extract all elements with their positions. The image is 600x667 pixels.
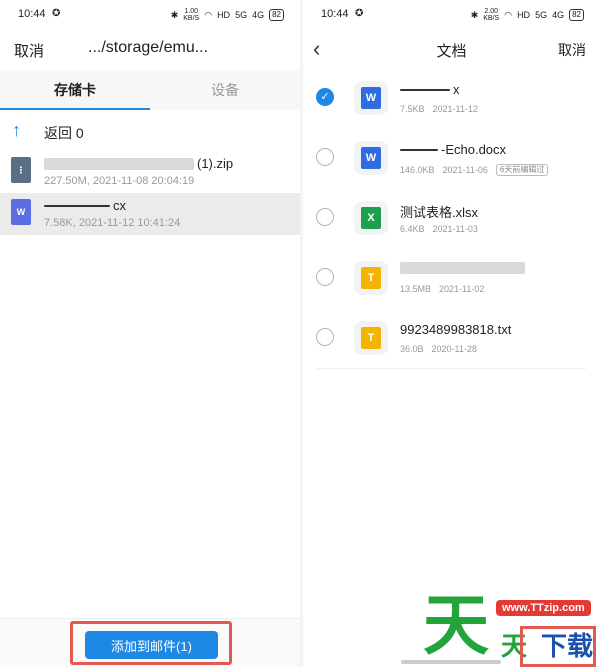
hd-icon: HD	[217, 10, 231, 20]
net-speed: 2.00 KB/S	[483, 8, 500, 22]
word-file-icon: W	[361, 87, 381, 109]
status-bar: 10:44 ✪ ✱ 2.00 KB/S ◠ HD 5G 4G 82	[303, 0, 600, 30]
page-title: 文档	[436, 43, 467, 60]
doc-name: 9923489983818.txt	[400, 322, 512, 337]
doc-name: -Echo.docx	[441, 142, 507, 157]
current-path: .../storage/emu...	[88, 39, 209, 56]
file-name: (1).zip	[197, 156, 234, 171]
file-row[interactable]: ⋮ (1).zip 227.50M, 2021-11-08 20:04:19	[0, 151, 300, 193]
list-divider	[317, 368, 586, 369]
doc-row[interactable]: X 测试表格.xlsx 6.4KB 2021-11-03	[303, 188, 600, 248]
doc-name: x	[453, 82, 460, 97]
checkbox[interactable]	[316, 268, 334, 286]
logo-big-char: 天	[423, 587, 489, 664]
doc-size: 6.4KB	[400, 224, 425, 234]
doc-size: 146.0KB	[400, 165, 435, 175]
doc-size: 36.0B	[400, 344, 424, 354]
excel-file-icon: X	[361, 207, 381, 229]
file-meta: 227.50M, 2021-11-08 20:04:19	[44, 175, 195, 187]
hd-icon: HD	[517, 10, 531, 20]
tab-device[interactable]: 设备	[211, 80, 239, 100]
text-file-icon: T	[361, 327, 381, 349]
left-screen: 10:44 ✪ ✱ 1.00 KB/S ◠ HD 5G 4G 82 取消 .../…	[0, 0, 300, 667]
redacted-filename	[400, 88, 450, 91]
doc-row[interactable]: ✓ W x 7.5KB 2021-11-12	[303, 68, 600, 128]
signal-5g-icon: 5G	[235, 10, 248, 20]
doc-date: 2020-11-28	[431, 344, 477, 354]
doc-size: 7.5KB	[400, 104, 425, 114]
doc-date: 2021-11-03	[432, 224, 478, 234]
notification-icon: ✪	[355, 8, 364, 19]
file-meta: 7.58K, 2021-11-12 10:41:24	[44, 217, 181, 229]
return-label: 返回 0	[44, 125, 84, 141]
doc-name: 测试表格.xlsx	[400, 205, 479, 220]
redacted-filename	[44, 204, 110, 207]
highlight-frame: 添加到邮件(1)	[70, 621, 232, 665]
right-screen: 10:44 ✪ ✱ 2.00 KB/S ◠ HD 5G 4G 82 ‹ 文档 取消…	[303, 0, 600, 667]
edited-tag: 6天前编辑过	[495, 164, 549, 176]
wifi-icon: ◠	[204, 9, 213, 20]
checkbox[interactable]	[316, 328, 334, 346]
zip-file-icon: ⋮	[11, 157, 31, 183]
doc-size: 13.5MB	[400, 284, 432, 294]
bluetooth-icon: ✱	[470, 9, 479, 20]
doc-date: 2021-11-02	[439, 284, 485, 294]
checkbox-checked[interactable]: ✓	[316, 88, 334, 106]
status-time: 10:44	[18, 8, 46, 20]
doc-date: 2021-11-06	[442, 165, 488, 175]
return-row[interactable]: ↑ 返回 0	[0, 114, 300, 150]
signal-4g-icon: 4G	[252, 10, 265, 20]
file-row-selected[interactable]: W cx 7.58K, 2021-11-12 10:41:24	[0, 193, 300, 235]
wifi-icon: ◠	[504, 9, 513, 20]
checkbox[interactable]	[316, 148, 334, 166]
notification-icon: ✪	[52, 8, 61, 19]
checkbox[interactable]	[316, 208, 334, 226]
bottom-action-bar: 添加到邮件(1)	[0, 618, 300, 667]
nav-bar: 取消 .../storage/emu...	[0, 30, 300, 70]
doc-row[interactable]: W -Echo.docx 146.0KB 2021-11-06 6天前编辑过	[303, 128, 600, 188]
redacted-filename	[400, 262, 525, 274]
doc-row[interactable]: T 9923489983818.txt 36.0B 2020-11-28	[303, 308, 600, 368]
tab-indicator	[0, 108, 150, 110]
cancel-button[interactable]: 取消	[14, 40, 44, 61]
battery-icon: 82	[269, 9, 284, 21]
source-tabs: 存储卡 设备	[0, 70, 300, 110]
file-name: cx	[113, 198, 126, 213]
signal-4g-icon: 4G	[552, 10, 565, 20]
up-arrow-icon: ↑	[12, 120, 21, 140]
doc-row[interactable]: T 13.5MB 2021-11-02	[303, 248, 600, 308]
site-watermark-logo: 天 www.TTzip.com 天 下载	[423, 590, 600, 667]
redacted-filename	[44, 157, 194, 170]
add-to-mail-button[interactable]: 添加到邮件(1)	[85, 631, 218, 659]
signal-5g-icon: 5G	[535, 10, 548, 20]
net-speed: 1.00 KB/S	[183, 8, 200, 22]
redacted-filename	[400, 148, 438, 151]
word-file-icon: W	[11, 199, 31, 225]
cancel-button[interactable]: 取消	[558, 40, 586, 60]
logo-url-badge: www.TTzip.com	[496, 600, 591, 616]
status-time: 10:44	[321, 8, 349, 20]
highlight-frame	[520, 626, 596, 667]
doc-date: 2021-11-12	[432, 104, 478, 114]
battery-icon: 82	[569, 9, 584, 21]
word-file-icon: W	[361, 147, 381, 169]
tab-storage-card[interactable]: 存储卡	[54, 80, 96, 100]
status-bar: 10:44 ✪ ✱ 1.00 KB/S ◠ HD 5G 4G 82	[0, 0, 300, 30]
nav-bar: ‹ 文档 取消	[303, 30, 600, 70]
text-file-icon: T	[361, 267, 381, 289]
bluetooth-icon: ✱	[170, 9, 179, 20]
